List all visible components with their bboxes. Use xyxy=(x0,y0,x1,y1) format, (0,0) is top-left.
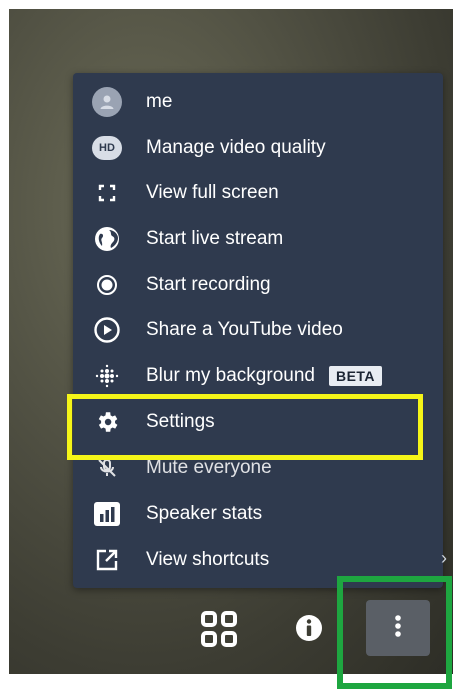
hd-icon: HD xyxy=(90,131,124,165)
menu-item-start-recording[interactable]: Start recording xyxy=(73,262,443,308)
settings-highlight-box xyxy=(67,394,423,460)
menu-item-blur-background[interactable]: Blur my background BETA xyxy=(73,353,443,399)
menu-item-label: me xyxy=(146,91,173,112)
avatar-icon xyxy=(90,85,124,119)
info-icon[interactable] xyxy=(293,612,325,644)
menu-item-label: Mute everyone xyxy=(146,457,272,478)
menu-item-start-live-stream[interactable]: Start live stream xyxy=(73,216,443,262)
menu-item-label: Blur my background xyxy=(146,365,315,386)
menu-item-share-youtube-video[interactable]: Share a YouTube video xyxy=(73,307,443,353)
record-icon xyxy=(90,268,124,302)
menu-item-label: View shortcuts xyxy=(146,549,270,570)
blur-icon xyxy=(90,359,124,393)
menu-item-me[interactable]: me xyxy=(73,79,443,125)
play-circle-icon xyxy=(90,313,124,347)
menu-item-label: Manage video quality xyxy=(146,137,326,158)
menu-item-label: Start live stream xyxy=(146,228,284,249)
menu-item-label: Share a YouTube video xyxy=(146,319,343,340)
menu-item-speaker-stats[interactable]: Speaker stats xyxy=(73,491,443,537)
fullscreen-icon xyxy=(90,176,124,210)
more-button-highlight-box xyxy=(337,576,452,689)
beta-badge: BETA xyxy=(328,366,383,386)
menu-item-view-full-screen[interactable]: View full screen xyxy=(73,170,443,216)
globe-icon xyxy=(90,222,124,256)
chevron-right-icon: › xyxy=(441,548,447,568)
overflow-menu: me HD Manage video quality View full scr… xyxy=(73,73,443,588)
stats-icon xyxy=(90,497,124,531)
tile-view-icon[interactable] xyxy=(197,607,241,651)
menu-item-manage-video-quality[interactable]: HD Manage video quality xyxy=(73,125,443,171)
menu-item-label: View full screen xyxy=(146,182,279,203)
menu-item-label: Start recording xyxy=(146,274,271,295)
menu-item-label: Speaker stats xyxy=(146,503,263,524)
open-external-icon xyxy=(90,543,124,577)
